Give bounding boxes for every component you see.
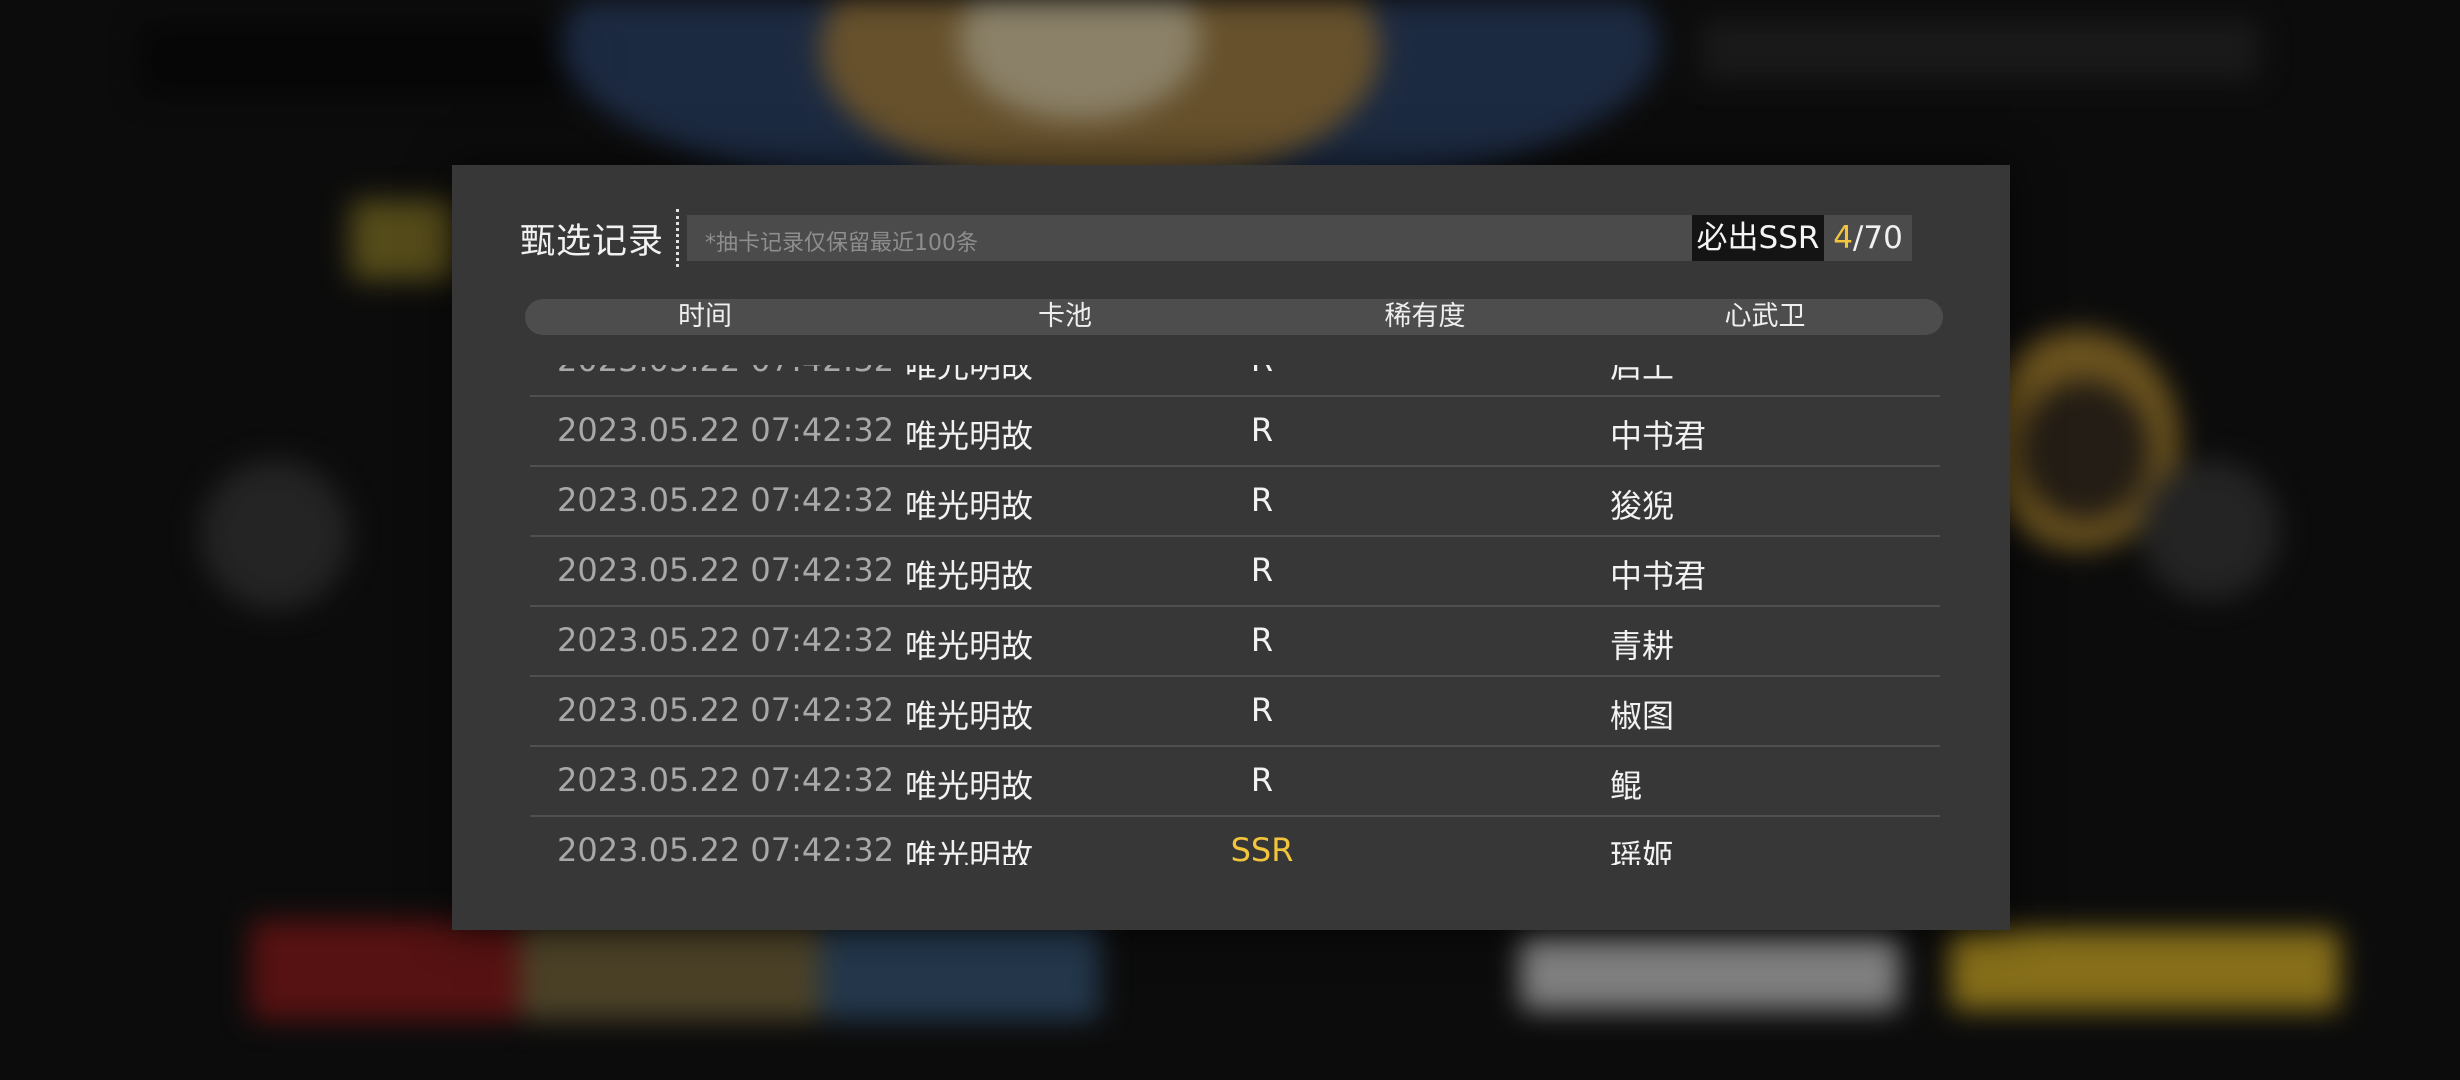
column-pool: 卡池 (1038, 301, 1092, 332)
row-rarity: SSR (1230, 831, 1294, 865)
record-limit-notice: *抽卡记录仅保留最近100条 (705, 231, 978, 256)
row-pool: 唯光明故 (905, 627, 1034, 665)
row-rarity: R (1250, 761, 1274, 799)
guaranteed-ssr-label: 必出SSR (1692, 215, 1824, 261)
row-pool: 唯光明故 (905, 837, 1034, 865)
row-rarity: R (1250, 621, 1274, 659)
row-time: 2023.05.22 07:42:32 (557, 831, 895, 865)
row-character: 瑶姬 (1610, 837, 1675, 865)
notice-bar: *抽卡记录仅保留最近100条 (687, 215, 1692, 261)
table-row: 2023.05.22 07:42:32 唯光明故 R 青耕 (530, 605, 1940, 677)
row-pool: 唯光明故 (905, 417, 1034, 455)
table-row: 2023.05.22 07:42:32 唯光明故 R 椒图 (530, 675, 1940, 747)
row-rarity: R (1250, 411, 1274, 449)
table-header: 时间 卡池 稀有度 心武卫 (525, 299, 1943, 335)
column-character: 心武卫 (1724, 301, 1806, 332)
table-row: 2023.05.22 07:42:32 唯光明故 R 中书君 (530, 395, 1940, 467)
draw-record-dialog: 甄选记录 *抽卡记录仅保留最近100条 必出SSR 4/70 时间 卡池 稀有度… (452, 165, 2010, 930)
column-time: 时间 (678, 301, 732, 332)
row-character: 狻猊 (1610, 487, 1675, 525)
row-time: 2023.05.22 07:42:32 (557, 481, 895, 519)
table-row: 2023.05.22 07:42:32 唯光明故 R 启土 (530, 365, 1940, 397)
row-time: 2023.05.22 07:42:32 (557, 551, 895, 589)
row-pool: 唯光明故 (905, 365, 1034, 385)
row-time: 2023.05.22 07:42:32 (557, 691, 895, 729)
row-rarity: R (1250, 551, 1274, 589)
row-character: 启土 (1610, 365, 1675, 385)
row-pool: 唯光明故 (905, 487, 1034, 525)
table-row: 2023.05.22 07:42:32 唯光明故 SSR 瑶姬 (530, 815, 1940, 865)
pity-total: /70 (1852, 220, 1903, 256)
row-character: 中书君 (1610, 417, 1707, 455)
row-character: 中书君 (1610, 557, 1707, 595)
row-character: 鲲 (1610, 767, 1643, 805)
row-time: 2023.05.22 07:42:32 (557, 621, 895, 659)
row-rarity: R (1251, 365, 1273, 379)
dialog-title: 甄选记录 (520, 222, 665, 262)
row-time: 2023.05.22 07:42:32 (557, 761, 895, 799)
row-time: 2023.05.22 07:42:32 (557, 365, 894, 379)
row-character: 椒图 (1610, 697, 1675, 735)
row-pool: 唯光明故 (905, 697, 1034, 735)
ssr-pity-counter: 4/70 (1824, 215, 1912, 261)
pity-current: 4 (1833, 220, 1853, 256)
record-list[interactable]: 2023.05.22 07:42:32 唯光明故 R 启土 2023.05.22… (530, 365, 1940, 865)
row-rarity: R (1250, 691, 1274, 729)
row-rarity: R (1250, 481, 1274, 519)
row-character: 青耕 (1610, 627, 1675, 665)
table-row: 2023.05.22 07:42:32 唯光明故 R 狻猊 (530, 465, 1940, 537)
row-pool: 唯光明故 (905, 557, 1034, 595)
table-row: 2023.05.22 07:42:32 唯光明故 R 鲲 (530, 745, 1940, 817)
title-divider (676, 209, 682, 267)
row-time: 2023.05.22 07:42:32 (557, 411, 895, 449)
row-pool: 唯光明故 (905, 767, 1034, 805)
table-row: 2023.05.22 07:42:32 唯光明故 R 中书君 (530, 535, 1940, 607)
column-rarity: 稀有度 (1384, 301, 1466, 332)
